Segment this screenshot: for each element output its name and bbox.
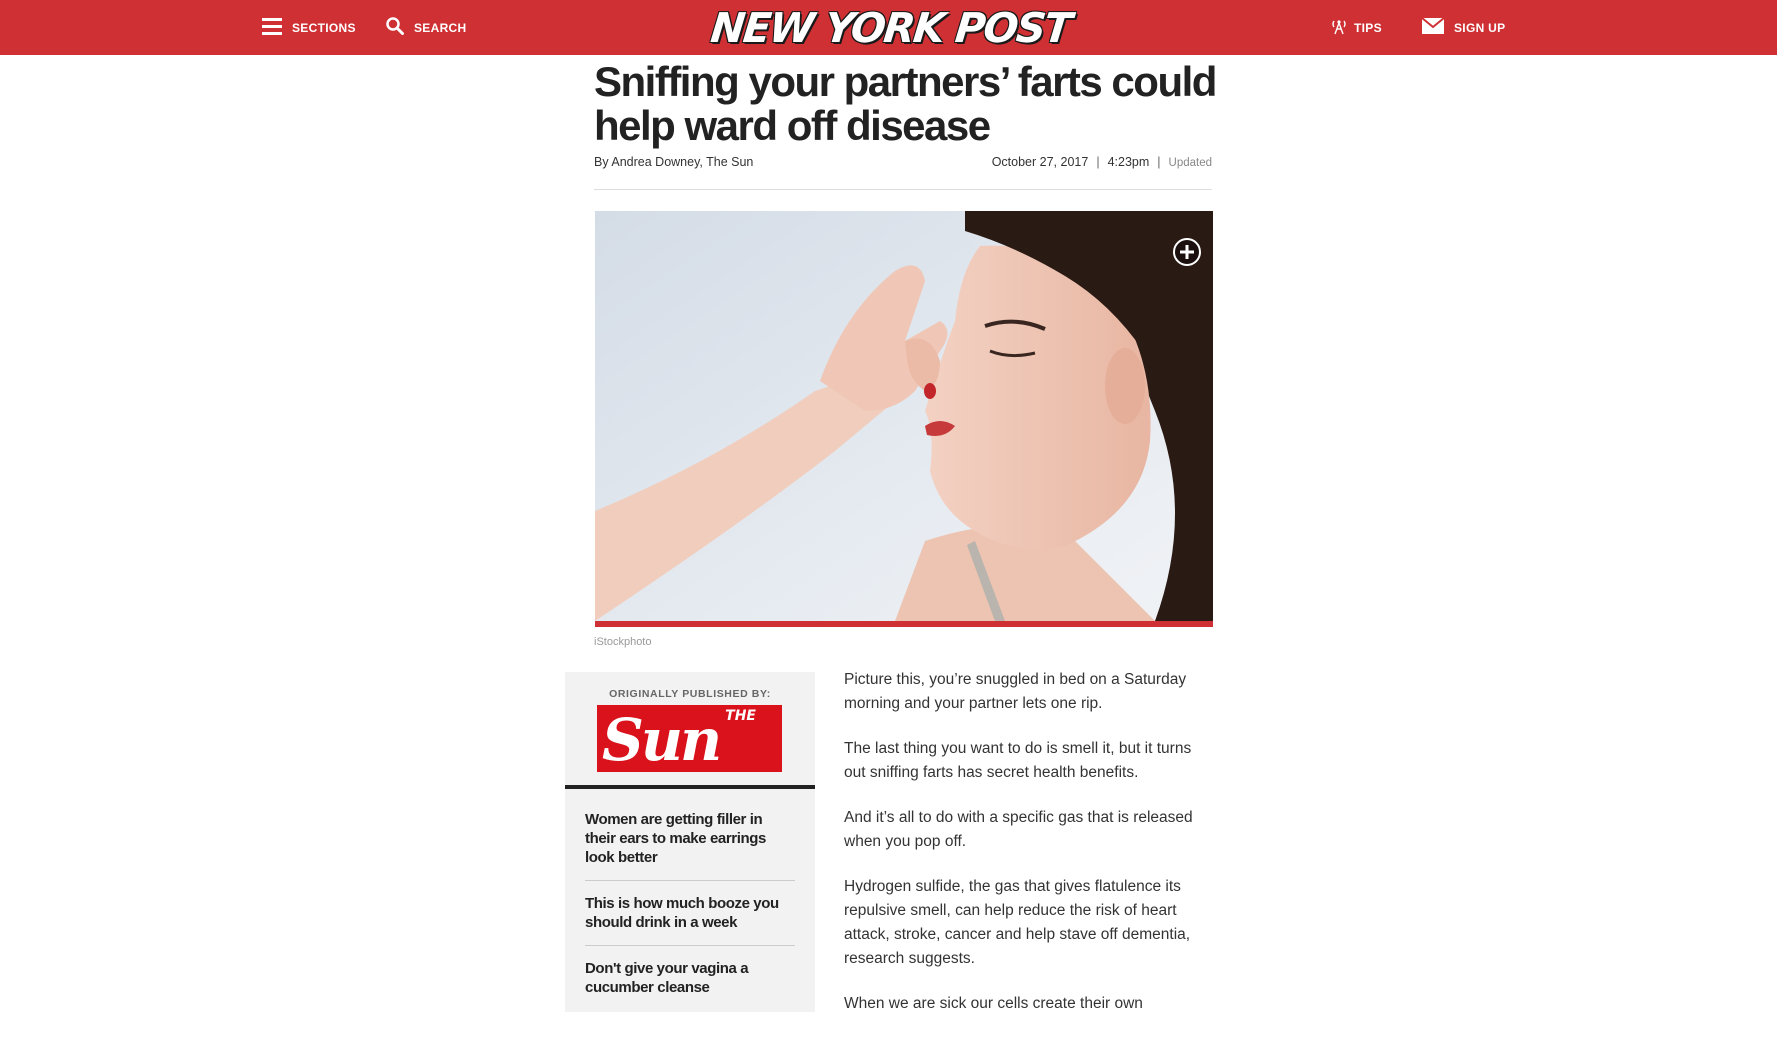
related-link[interactable]: Don't give your vagina a cucumber cleans… [585, 959, 795, 1010]
sun-logo-word: Sun [602, 706, 722, 772]
time-separator: | [1157, 155, 1161, 169]
top-nav-bar: SECTIONS SEARCH NEW YORK POST TIPS SIGN … [0, 0, 1777, 55]
tips-label: TIPS [1354, 20, 1382, 35]
plus-circle-icon [1173, 238, 1201, 266]
article-headline: Sniffing your partners’ farts could help… [594, 58, 1217, 149]
updated-link[interactable]: Updated [1169, 157, 1212, 169]
date-separator: | [1096, 155, 1100, 169]
body-paragraph: The last thing you want to do is smell i… [844, 740, 1192, 781]
byline-prefix: By [594, 155, 609, 169]
envelope-icon [1421, 17, 1445, 37]
sign-up-label: SIGN UP [1454, 20, 1506, 35]
byline: By Andrea Downey, The Sun [594, 155, 753, 169]
link-separator [585, 880, 795, 881]
related-link[interactable]: Women are getting filler in their ears t… [585, 810, 795, 880]
body-paragraph: When we are sick our cells create their … [844, 995, 1143, 1012]
body-paragraph: And it’s all to do with a specific gas t… [844, 809, 1193, 850]
hero-image[interactable] [595, 211, 1213, 621]
search-label: SEARCH [414, 20, 467, 35]
byline-row: By Andrea Downey, The Sun October 27, 20… [594, 155, 1212, 173]
sections-button[interactable]: SECTIONS [262, 0, 356, 55]
related-links-list: Women are getting filler in their ears t… [585, 810, 795, 1010]
logo-text: NEW YORK POST [708, 3, 1072, 52]
header-divider [594, 189, 1212, 190]
link-separator [585, 945, 795, 946]
dateline: October 27, 2017 | 4:23pm | Updated [992, 155, 1212, 169]
body-paragraph: Picture this, you’re snuggled in bed on … [844, 671, 1187, 712]
the-sun-logo[interactable]: Sun THE [597, 705, 782, 772]
publish-date: October 27, 2017 [991, 155, 1089, 169]
tips-button[interactable]: TIPS [1330, 0, 1382, 55]
originally-published-label: ORIGINALLY PUBLISHED BY: [609, 688, 771, 700]
sidebar-divider [565, 785, 815, 789]
publish-time: 4:23pm [1107, 155, 1150, 169]
antenna-tower-icon [1330, 17, 1348, 38]
publisher-sidebar: ORIGINALLY PUBLISHED BY: Sun THE Women a… [565, 672, 815, 1012]
expand-image-button[interactable] [1172, 237, 1202, 267]
body-paragraph: Hydrogen sulfide, the gas that gives fla… [844, 878, 1191, 967]
author-link[interactable]: Andrea Downey, The Sun [611, 155, 753, 169]
related-link[interactable]: This is how much booze you should drink … [585, 894, 795, 945]
search-button[interactable]: SEARCH [386, 0, 466, 55]
search-icon [386, 17, 404, 38]
article-body: Picture this, you’re snuggled in bed on … [844, 668, 1214, 1037]
sun-logo-the: THE [725, 708, 756, 724]
hamburger-menu-icon [262, 17, 282, 38]
sections-label: SECTIONS [292, 20, 356, 35]
new-york-post-logo[interactable]: NEW YORK POST [708, 0, 1072, 55]
sign-up-button[interactable]: SIGN UP [1421, 0, 1506, 55]
hero-image-underline [595, 621, 1213, 627]
photo-credit: iStockphoto [594, 636, 652, 648]
